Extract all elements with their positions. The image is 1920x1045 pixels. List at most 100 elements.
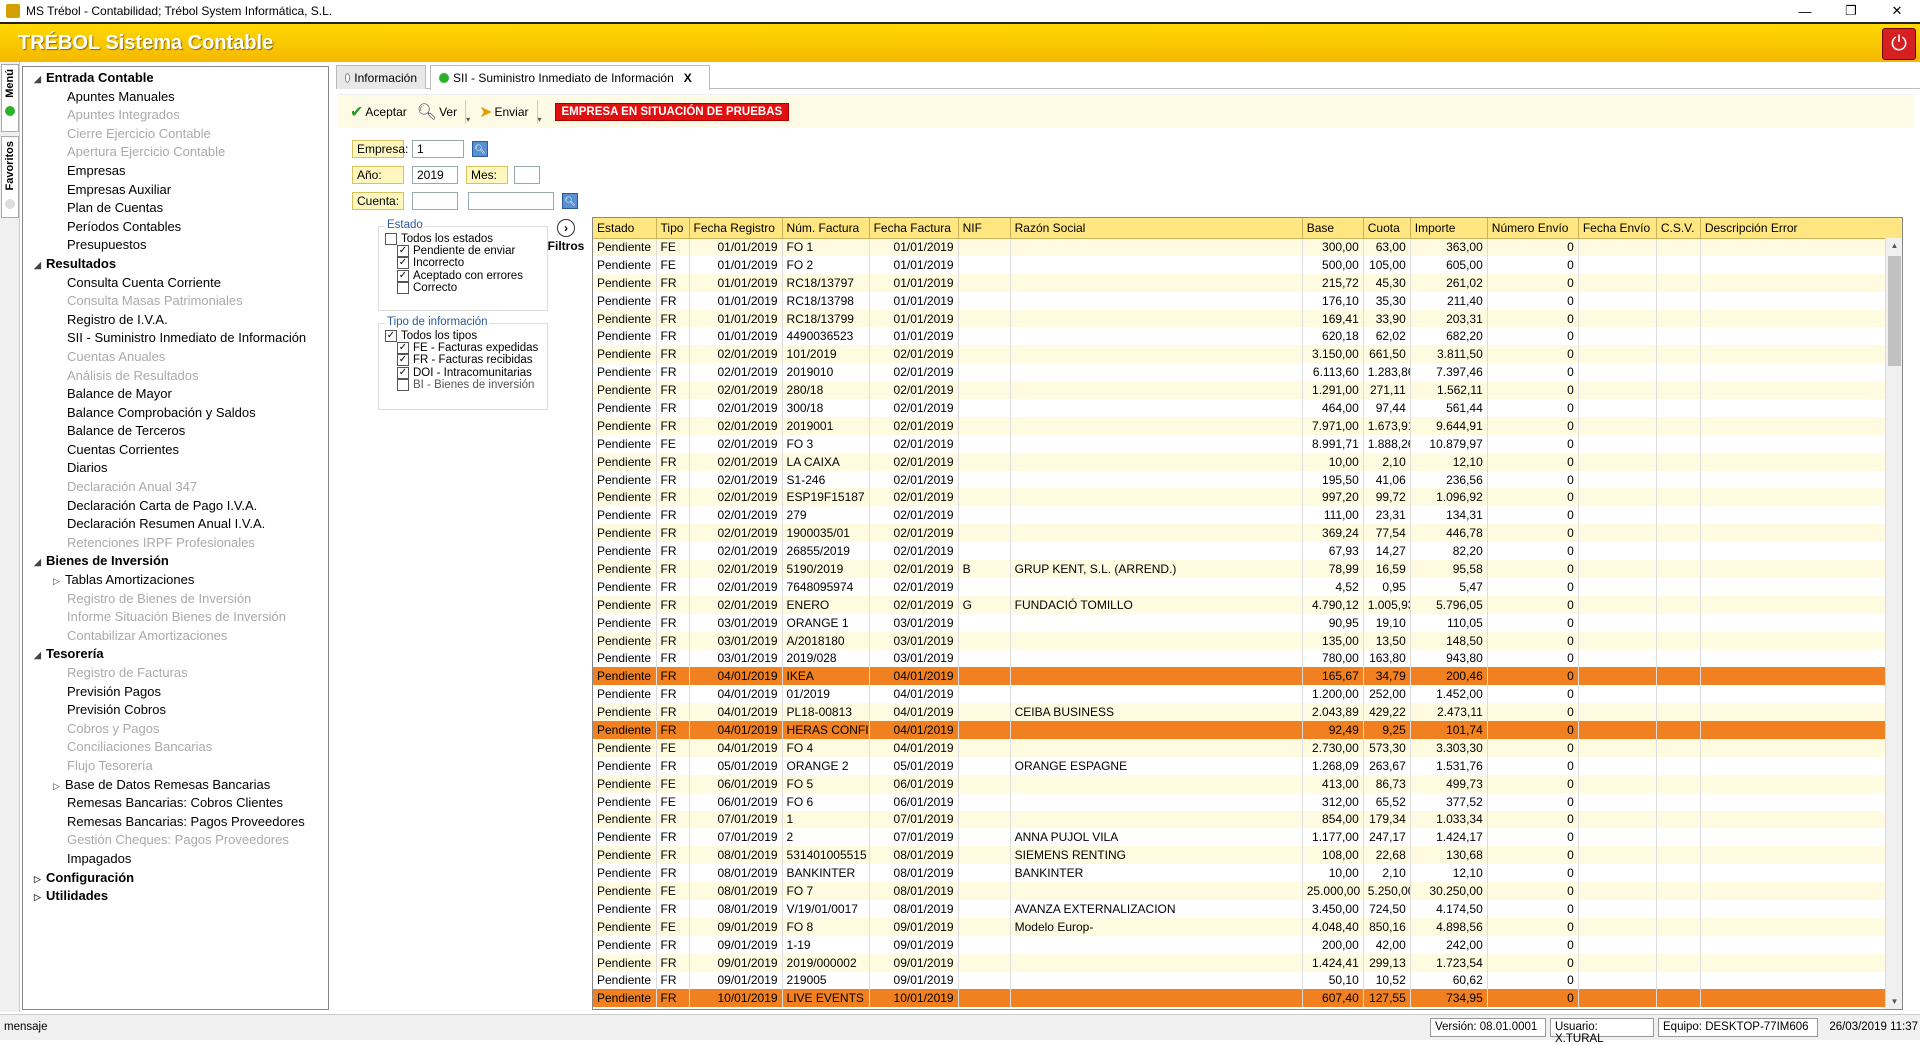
enviar-button[interactable]: ➤ Enviar [475, 98, 532, 126]
estado-checkbox[interactable]: ✓ Aceptado con errores [397, 269, 523, 282]
tree-item[interactable]: Apuntes Integrados [23, 106, 328, 125]
tree-item[interactable]: ◢ Tesorería [23, 645, 328, 664]
tree-item[interactable]: Informe Situación Bienes de Inversión [23, 608, 328, 627]
tree-item[interactable]: ▷ Configuración [23, 869, 328, 888]
table-row[interactable]: Pendiente FR 02/01/2019 101/2019 02/01/2019 3… [593, 345, 1902, 364]
expanded-arrow-icon[interactable]: ◢ [34, 70, 46, 89]
column-header[interactable]: Base [1302, 218, 1364, 239]
tree-item[interactable]: Análisis de Resultados [23, 367, 328, 386]
anio-input[interactable]: 2019 [412, 166, 458, 184]
tree-item[interactable]: Declaración Carta de Pago I.V.A. [23, 497, 328, 516]
column-header[interactable]: C.S.V. [1656, 218, 1701, 239]
table-row[interactable]: Pendiente FR 02/01/2019 1900035/01 02/01/201… [593, 524, 1902, 543]
collapsed-arrow-icon[interactable]: ▷ [53, 777, 65, 796]
tree-item[interactable]: Cuentas Anuales [23, 348, 328, 367]
tree-item[interactable]: ▷ Base de Datos Remesas Bancarias [23, 776, 328, 795]
column-header[interactable]: NIF [958, 218, 1011, 239]
collapsed-arrow-icon[interactable]: ▷ [34, 870, 46, 889]
table-row[interactable]: Pendiente FR 07/01/2019 1 07/01/2019 854,00 17… [593, 810, 1902, 829]
grid-scrollbar[interactable]: ▲ ▼ [1885, 238, 1902, 1009]
table-row[interactable]: Pendiente FR 02/01/2019 2019010 02/01/2019 6.… [593, 363, 1902, 382]
tree-item[interactable]: Flujo Tesorería [23, 757, 328, 776]
tree-item[interactable]: Consulta Cuenta Corriente [23, 274, 328, 293]
tree-item[interactable]: Retenciones IRPF Profesionales [23, 534, 328, 553]
estado-checkbox[interactable]: ✓ Incorrecto [397, 257, 464, 270]
expanded-arrow-icon[interactable]: ◢ [34, 256, 46, 275]
tree-item[interactable]: Balance de Mayor [23, 385, 328, 404]
filtros-button[interactable]: › Filtros [546, 216, 586, 253]
table-row[interactable]: Pendiente FR 01/01/2019 RC18/13798 01/01/201… [593, 291, 1902, 310]
tree-item[interactable]: Remesas Bancarias: Pagos Proveedores [23, 813, 328, 832]
table-row[interactable]: Pendiente FE 06/01/2019 FO 5 06/01/2019 413,0… [593, 774, 1902, 793]
tipo-checkbox[interactable]: ✓ DOI - Intracomunitarias [397, 366, 532, 379]
tab-sii[interactable]: SII - Suministro Inmediato de Informació… [430, 65, 710, 90]
tree-item[interactable]: ◢ Bienes de Inversión [23, 552, 328, 571]
scroll-up-icon[interactable]: ▲ [1886, 238, 1902, 254]
tree-item[interactable]: Previsión Pagos [23, 683, 328, 702]
table-row[interactable]: Pendiente FR 03/01/2019 A/2018180 03/01/2019… [593, 631, 1902, 650]
favoritos-vtab[interactable]: Favoritos [1, 136, 19, 218]
tree-item[interactable]: Impagados [23, 850, 328, 869]
table-row[interactable]: Pendiente FR 05/01/2019 ORANGE 2 05/01/2019 O… [593, 756, 1902, 775]
table-row[interactable]: Pendiente FR 08/01/2019 531401005515 08/01/2… [593, 846, 1902, 865]
column-header[interactable]: Tipo [656, 218, 690, 239]
expanded-arrow-icon[interactable]: ◢ [34, 646, 46, 665]
tipo-checkbox[interactable]: BI - Bienes de inversión [397, 378, 534, 391]
column-header[interactable]: Estado [593, 218, 657, 239]
tree-item[interactable]: Declaración Anual 347 [23, 478, 328, 497]
table-row[interactable]: Pendiente FR 04/01/2019 01/2019 04/01/2019 1.… [593, 685, 1902, 704]
tree-item[interactable]: ◢ Entrada Contable [23, 69, 328, 88]
tree-item[interactable]: Plan de Cuentas [23, 199, 328, 218]
scroll-down-icon[interactable]: ▼ [1886, 994, 1902, 1009]
collapsed-arrow-icon[interactable]: ▷ [34, 888, 46, 907]
estado-checkbox[interactable]: Todos los estados [385, 233, 493, 245]
table-row[interactable]: Pendiente FR 10/01/2019 LIVE EVENTS 10/01/20… [593, 989, 1902, 1008]
table-row[interactable]: Pendiente FR 02/01/2019 26855/2019 02/01/201… [593, 542, 1902, 561]
table-row[interactable]: Pendiente FR 09/01/2019 2019/000002 09/01/20… [593, 953, 1902, 972]
table-row[interactable]: Pendiente FE 02/01/2019 FO 3 02/01/2019 8.991… [593, 434, 1902, 453]
table-row[interactable]: Pendiente FR 02/01/2019 S1-246 02/01/2019 195… [593, 470, 1902, 489]
tipo-checkbox[interactable]: ✓ FR - Facturas recibidas [397, 354, 533, 367]
table-row[interactable]: Pendiente FR 04/01/2019 HERAS CONFIT 04/01/2… [593, 721, 1902, 739]
tree-item[interactable]: SII - Suministro Inmediato de Informació… [23, 329, 328, 348]
scroll-thumb[interactable] [1888, 256, 1901, 366]
table-row[interactable]: Pendiente FR 02/01/2019 7648095974 02/01/201… [593, 577, 1902, 596]
tree-item[interactable]: Registro de Facturas [23, 664, 328, 683]
table-row[interactable]: Pendiente FR 02/01/2019 5190/2019 02/01/2019… [593, 560, 1902, 578]
menu-vtab[interactable]: Menú [1, 64, 19, 132]
tree-item[interactable]: Registro de I.V.A. [23, 311, 328, 330]
table-row[interactable]: Pendiente FR 02/01/2019 ENERO 02/01/2019 G FUN… [593, 595, 1902, 614]
tree-item[interactable]: Apuntes Manuales [23, 88, 328, 107]
enviar-dropdown-icon[interactable]: ▾ [536, 99, 545, 124]
tree-item[interactable]: Cobros y Pagos [23, 720, 328, 739]
tree-item[interactable]: ▷ Utilidades [23, 887, 328, 906]
tree-item[interactable]: Consulta Masas Patrimoniales [23, 292, 328, 311]
tree-item[interactable]: Empresas [23, 162, 328, 181]
table-row[interactable]: Pendiente FR 02/01/2019 ESP19F15187 02/01/20… [593, 488, 1902, 507]
table-row[interactable]: Pendiente FR 02/01/2019 LA CAIXA 02/01/2019 1… [593, 452, 1902, 471]
expanded-arrow-icon[interactable]: ◢ [34, 553, 46, 572]
cuenta-search-icon[interactable]: 🔍︎ [562, 193, 578, 209]
tree-item[interactable]: Balance de Terceros [23, 422, 328, 441]
table-row[interactable]: Pendiente FR 03/01/2019 ORANGE 1 03/01/2019 9… [593, 613, 1902, 632]
tree-item[interactable]: Declaración Resumen Anual I.V.A. [23, 515, 328, 534]
minimize-button[interactable]: — [1782, 0, 1828, 22]
empresa-search-icon[interactable]: 🔍︎ [472, 141, 488, 157]
table-row[interactable]: Pendiente FR 04/01/2019 IKEA 04/01/2019 165,6… [593, 667, 1902, 686]
column-header[interactable]: Cuota [1363, 218, 1411, 239]
tree-item[interactable]: Registro de Bienes de Inversión [23, 590, 328, 609]
power-icon[interactable]: ⏻ [1882, 28, 1916, 60]
tree-item[interactable]: ▷ Tablas Amortizaciones [23, 571, 328, 590]
tree-item[interactable]: Cierre Ejercicio Contable [23, 125, 328, 144]
table-row[interactable]: Pendiente FE 09/01/2019 FO 8 09/01/2019 Model… [593, 917, 1902, 936]
tree-item[interactable]: Períodos Contables [23, 218, 328, 237]
table-row[interactable]: Pendiente FR 09/01/2019 219005 09/01/2019 50,… [593, 971, 1902, 990]
cuenta-input-2[interactable] [468, 192, 554, 210]
table-row[interactable]: Pendiente FR 08/01/2019 BANKINTER 08/01/2019… [593, 864, 1902, 883]
table-row[interactable]: Pendiente FR 02/01/2019 279 02/01/2019 111,00… [593, 506, 1902, 525]
column-header[interactable]: Fecha Envío [1578, 218, 1657, 239]
column-header[interactable]: Fecha Registro [689, 218, 783, 239]
tab-informacion[interactable]: Información [336, 65, 426, 89]
estado-checkbox[interactable]: Correcto [397, 281, 457, 294]
table-row[interactable]: Pendiente FR 09/01/2019 1-19 09/01/2019 200,0… [593, 935, 1902, 954]
